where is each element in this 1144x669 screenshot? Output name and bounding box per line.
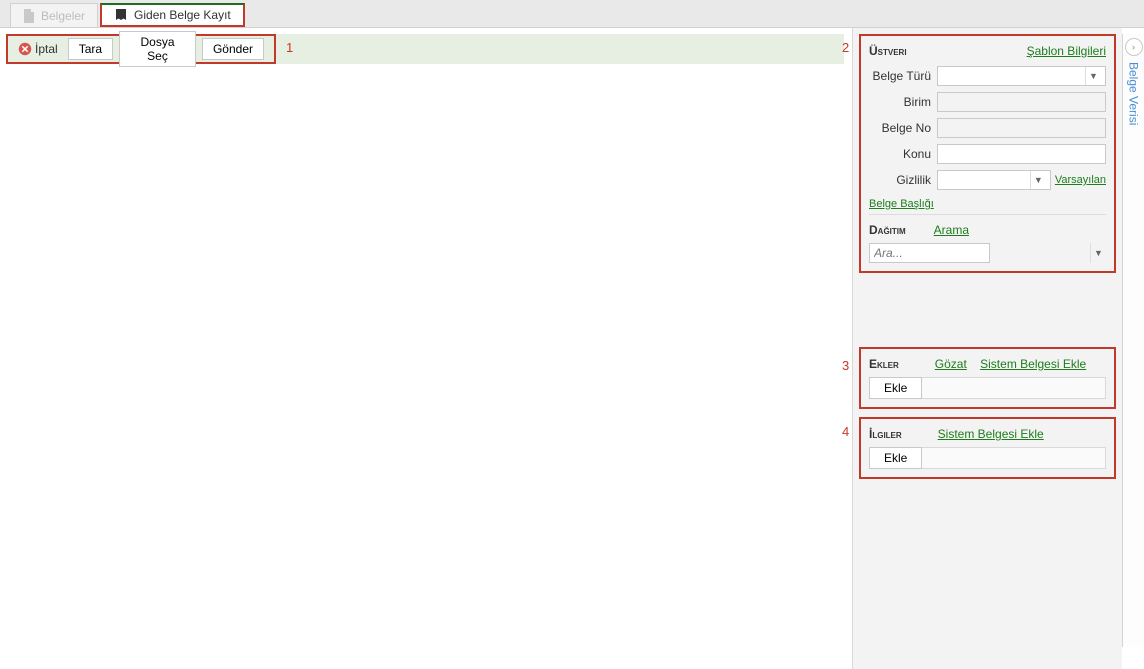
- ilgiler-box: İlgiler Sistem Belgesi Ekle Ekle: [859, 417, 1116, 479]
- ekler-ekle-button[interactable]: Ekle: [869, 377, 922, 399]
- ekler-list: [922, 377, 1106, 399]
- ilgiler-sistem-link[interactable]: Sistem Belgesi Ekle: [938, 427, 1044, 441]
- konu-label: Konu: [869, 147, 931, 161]
- tab-bar: Belgeler Giden Belge Kayıt: [0, 0, 1144, 28]
- dagitim-select[interactable]: ▼: [996, 243, 1107, 263]
- ilgiler-title: İlgiler: [869, 427, 902, 441]
- gozat-link[interactable]: Gözat: [935, 357, 967, 371]
- cancel-icon: [18, 42, 32, 56]
- ilgiler-list: [922, 447, 1106, 469]
- tab-giden-label: Giden Belge Kayıt: [134, 8, 231, 22]
- ustveri-box: Üstveri Şablon Bilgileri Belge Türü ▼ Bi…: [859, 34, 1116, 273]
- tab-belgeler-label: Belgeler: [41, 9, 85, 23]
- cancel-button[interactable]: İptal: [18, 42, 58, 56]
- send-button[interactable]: Gönder: [202, 38, 264, 60]
- cancel-label: İptal: [35, 42, 58, 56]
- annotation-2: 2: [842, 40, 849, 55]
- belge-no-input[interactable]: [937, 118, 1106, 138]
- annotation-1: 1: [286, 40, 293, 55]
- sablon-bilgileri-link[interactable]: Şablon Bilgileri: [1027, 44, 1106, 58]
- chevron-down-icon: ▼: [1085, 67, 1101, 85]
- varsayilan-link[interactable]: Varsayılan: [1055, 174, 1106, 186]
- sidebar: Üstveri Şablon Bilgileri Belge Türü ▼ Bi…: [852, 28, 1122, 669]
- birim-input[interactable]: [937, 92, 1106, 112]
- belge-turu-select[interactable]: ▼: [937, 66, 1106, 86]
- annotation-3: 3: [842, 358, 849, 373]
- scan-button[interactable]: Tara: [68, 38, 113, 60]
- toolbar-filler: [276, 34, 844, 64]
- document-icon: [23, 9, 35, 23]
- book-icon: [114, 8, 128, 22]
- gizlilik-label: Gizlilik: [869, 173, 931, 187]
- ekler-title: Ekler: [869, 357, 899, 371]
- chevron-down-icon: ▼: [1030, 171, 1046, 189]
- belge-turu-label: Belge Türü: [869, 69, 931, 83]
- belge-no-label: Belge No: [869, 121, 931, 135]
- dagitim-title: Dağıtım: [869, 223, 906, 237]
- chevron-down-icon: ▼: [1090, 243, 1106, 263]
- tab-giden-belge-kayit[interactable]: Giden Belge Kayıt: [100, 3, 245, 27]
- dagitim-search-input[interactable]: [869, 243, 990, 263]
- belge-basligi-link[interactable]: Belge Başlığı: [869, 198, 934, 210]
- divider: [869, 214, 1106, 215]
- choose-file-button[interactable]: Dosya Seç: [119, 31, 196, 67]
- ilgiler-ekle-button[interactable]: Ekle: [869, 447, 922, 469]
- belge-verisi-tab[interactable]: Belge Verisi: [1127, 62, 1141, 125]
- birim-label: Birim: [869, 95, 931, 109]
- konu-input[interactable]: [937, 144, 1106, 164]
- side-tab: › Belge Verisi: [1122, 34, 1144, 647]
- annotation-4: 4: [842, 424, 849, 439]
- content-area: İptal Tara Dosya Seç Gönder: [0, 28, 852, 669]
- gizlilik-select[interactable]: ▼: [937, 170, 1051, 190]
- arama-link[interactable]: Arama: [934, 223, 969, 237]
- ekler-box: Ekler Gözat Sistem Belgesi Ekle Ekle: [859, 347, 1116, 409]
- chevron-right-icon: ›: [1132, 42, 1135, 52]
- toolbar: İptal Tara Dosya Seç Gönder: [6, 34, 276, 64]
- ekler-sistem-link[interactable]: Sistem Belgesi Ekle: [980, 357, 1086, 371]
- tab-belgeler[interactable]: Belgeler: [10, 3, 98, 27]
- ustveri-title: Üstveri: [869, 44, 907, 58]
- collapse-handle[interactable]: ›: [1125, 38, 1143, 56]
